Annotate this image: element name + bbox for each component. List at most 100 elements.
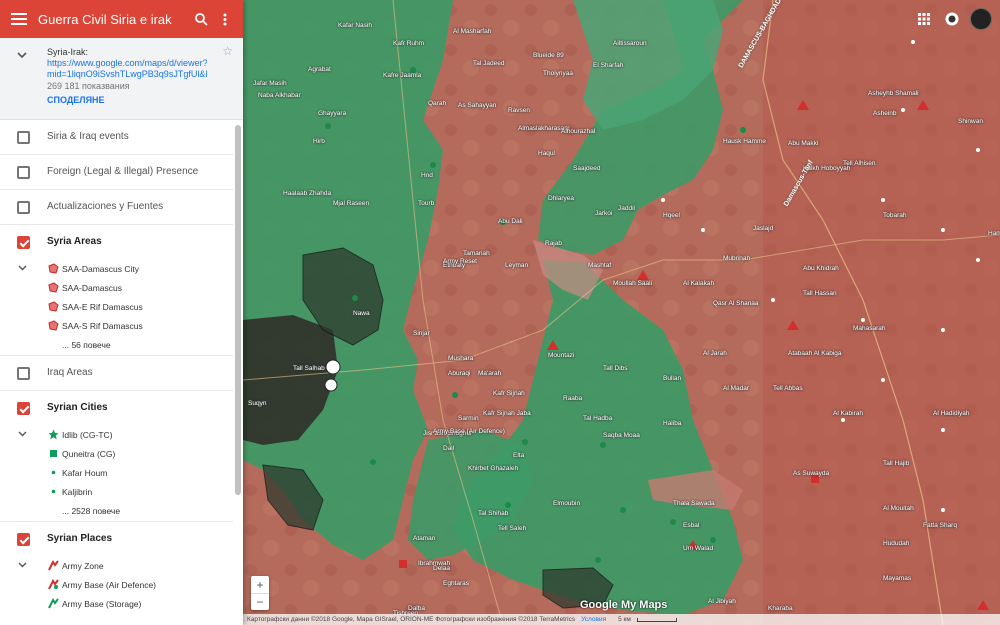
map-info: ☆ Syria-Irak: https://www.google.com/map… xyxy=(0,38,243,120)
place-label: Jafar Masih xyxy=(253,80,287,87)
place-label: Asheyhb Shamali xyxy=(868,90,919,97)
list-item[interactable]: SAA-S Rif Damascus xyxy=(0,317,243,336)
chevron-down-icon[interactable] xyxy=(18,560,27,570)
place-label: Al Kabirah xyxy=(833,410,863,417)
place-label: Bullan xyxy=(663,375,682,382)
map-canvas[interactable]: Kafar Nasih Kafr Ruhm Al Masharfah Blueide … xyxy=(243,0,1000,625)
panel-scrollbar[interactable] xyxy=(235,125,241,495)
place-label: Al Jibiyah xyxy=(708,598,736,605)
place-label: Mushara xyxy=(448,355,474,362)
place-label: Al Mouitah xyxy=(883,505,914,512)
place-label: Raaba xyxy=(563,395,583,402)
list-item[interactable]: Army Base (Storage) xyxy=(0,595,243,614)
layer-syrian-cities[interactable]: Syrian Cities xyxy=(0,391,233,426)
place-label: Eghtaras xyxy=(443,580,470,587)
map-url-line2[interactable]: mid=1liqnO9iSvshTLwgPB3q9sJTgfUl&ll=3 xyxy=(47,69,207,80)
place-label: Tal Hadba xyxy=(583,415,613,422)
checkbox[interactable] xyxy=(17,166,30,179)
list-item[interactable]: Kafar Houm xyxy=(0,464,243,483)
chevron-down-icon[interactable] xyxy=(18,429,27,439)
place-label: Nawa xyxy=(353,310,370,317)
place-label: Mayamas xyxy=(883,575,912,582)
map-footer: Картографски данни ©2018 Google, Mapa GI… xyxy=(243,614,1000,625)
place-label: Aburaqi xyxy=(448,370,471,377)
chevron-down-icon[interactable] xyxy=(18,263,27,273)
place-label: Atabaah Al Kabiga xyxy=(788,350,842,357)
square-marker-icon xyxy=(48,448,59,459)
menu-icon[interactable] xyxy=(0,0,38,38)
attribution: Картографски данни ©2018 Google, Mapa GI… xyxy=(247,616,576,623)
place-label: Tell Alhisen xyxy=(843,160,876,167)
place-label: Tell Saleh xyxy=(498,525,527,532)
share-button[interactable]: СПОДЕЛЯНЕ xyxy=(47,95,231,105)
checkbox-checked[interactable] xyxy=(17,533,30,546)
more-vert-icon[interactable] xyxy=(213,0,237,38)
more-items-link[interactable]: ... 2528 повече xyxy=(0,502,233,522)
polygon-icon xyxy=(48,263,59,274)
place-label: Haliba xyxy=(663,420,682,427)
layer-foreign-presence[interactable]: Foreign (Legal & Illegal) Presence xyxy=(0,155,233,190)
base-marker xyxy=(324,378,338,392)
list-item[interactable]: SAA-Damascus xyxy=(0,279,243,298)
place-label: Tall Salhab xyxy=(293,365,325,372)
avatar[interactable] xyxy=(970,8,992,30)
place-label: Shinwan xyxy=(958,118,983,125)
place-label: Jaslajd xyxy=(753,225,774,232)
search-icon[interactable] xyxy=(189,0,213,38)
star-icon[interactable]: ☆ xyxy=(222,44,233,58)
checkbox-checked[interactable] xyxy=(17,236,30,249)
layer-iraq-areas[interactable]: Iraq Areas xyxy=(0,356,233,391)
list-item[interactable]: Kaljibrin xyxy=(0,483,243,502)
list-item[interactable]: Army Zone xyxy=(0,557,243,576)
layer-actualizaciones[interactable]: Actualizaciones y Fuentes xyxy=(0,190,233,225)
layer-siria-iraq-events[interactable]: Siria & Iraq events xyxy=(0,120,233,155)
army-zone-icon xyxy=(48,560,59,571)
place-label: Agrabat xyxy=(308,66,331,73)
place-label: Jarkoi xyxy=(595,210,613,217)
more-items-link[interactable]: ... 56 повече xyxy=(0,336,233,356)
place-label: Army Reset xyxy=(443,258,477,265)
place-label: Alhourazhal xyxy=(561,128,596,135)
place-label: Ataman xyxy=(413,535,436,542)
terms-link[interactable]: Условия xyxy=(581,616,606,623)
layer-syrian-places[interactable]: Syrian Places xyxy=(0,522,233,557)
checkbox[interactable] xyxy=(17,201,30,214)
star-marker-icon xyxy=(48,429,59,440)
layer-label: Syrian Places xyxy=(47,533,113,544)
checkbox[interactable] xyxy=(17,131,30,144)
layer-syria-areas[interactable]: Syria Areas xyxy=(0,225,233,260)
apps-grid-icon[interactable] xyxy=(914,9,934,29)
list-item[interactable]: Idlib (CG-TC) xyxy=(0,426,243,445)
army-base-air-defence-icon xyxy=(48,579,59,590)
list-item[interactable]: SAA-E Rif Damascus xyxy=(0,298,243,317)
dot-marker-icon xyxy=(48,467,59,478)
place-label: As Sahayyan xyxy=(458,102,497,109)
map-title: Guerra Civil Siria e irak xyxy=(38,11,172,27)
place-label: Al Hadidiyah xyxy=(933,410,970,417)
map-url-line1[interactable]: https://www.google.com/maps/d/viewer? xyxy=(47,58,207,69)
zoom-in-button[interactable]: + xyxy=(251,576,269,593)
place-label: Hnd xyxy=(421,172,433,179)
view-count: 269 181 показвания xyxy=(47,81,130,91)
layer-label: Syria Areas xyxy=(47,236,102,247)
list-item[interactable]: Army Base (Air Defence) xyxy=(0,576,243,595)
place-label: Elmoubin xyxy=(553,500,581,507)
list-item[interactable]: SAA-Damascus City xyxy=(0,260,243,279)
scale-bar xyxy=(636,617,677,622)
place-label: Qasr Al Shanaa xyxy=(713,300,759,307)
place-label: Thoiyriyaa xyxy=(543,70,573,77)
dot-marker-icon xyxy=(48,486,59,497)
map-name: Syria-Irak: xyxy=(47,47,89,57)
list-item[interactable]: Quneitra (CG) xyxy=(0,445,243,464)
notifications-icon[interactable] xyxy=(942,9,962,29)
place-label: Asheinb xyxy=(873,110,897,117)
place-label: Suqyn xyxy=(248,400,267,407)
place-label: Tourb xyxy=(418,200,435,207)
checkbox-checked[interactable] xyxy=(17,402,30,415)
polygon-icon xyxy=(48,282,59,293)
chevron-down-icon[interactable] xyxy=(17,46,27,64)
checkbox[interactable] xyxy=(17,367,30,380)
place-label: Saqba Moaa xyxy=(603,432,640,439)
place-label: Tall Hassan xyxy=(803,290,837,297)
zoom-out-button[interactable]: − xyxy=(251,593,269,610)
